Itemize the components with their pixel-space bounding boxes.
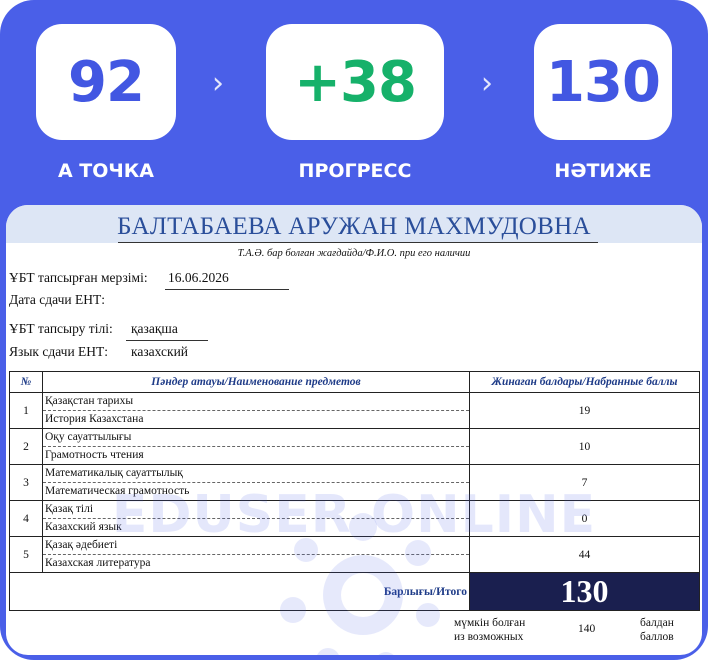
result-value: 130 xyxy=(546,49,661,115)
exam-date-label-ru: Дата сдачи ЕНТ: xyxy=(9,292,105,307)
subject-kz: Оқу сауаттылығы xyxy=(43,429,469,447)
exam-date-value: 16.06.2026 xyxy=(168,270,229,285)
total-value: 130 xyxy=(469,572,700,611)
unit-kz: балдан xyxy=(640,617,674,629)
subject-ru: Грамотность чтения xyxy=(45,449,144,461)
certificate-document: БАЛТАБАЕВА АРУЖАН МАХМУДОВНА Т.А.Ә. бар … xyxy=(6,205,702,655)
name-underline xyxy=(118,242,598,243)
date-underline xyxy=(165,289,289,290)
chevron-right-icon: › xyxy=(481,66,493,101)
max-value: 140 xyxy=(578,623,596,635)
subject-ru: История Казахстана xyxy=(45,413,144,425)
progress-card: +38 xyxy=(266,24,444,140)
progress-value: +38 xyxy=(294,49,417,115)
exam-lang-value-ru: казахский xyxy=(131,344,189,359)
row-score: 19 xyxy=(469,392,700,429)
watermark-text: EDUSER ONLINE xyxy=(111,485,597,545)
subject-kz: Математикалық сауаттылық xyxy=(43,465,469,483)
max-label-ru: из возможных xyxy=(454,631,524,643)
header-subject: Пәндер атауы/Наименование предметов xyxy=(42,371,470,393)
header-num: № xyxy=(9,371,43,393)
subject-kz: Қазақстан тарихы xyxy=(43,393,469,411)
result-label: НӘТИЖЕ xyxy=(554,160,652,182)
unit-ru: баллов xyxy=(640,631,674,643)
chevron-right-icon: › xyxy=(212,66,224,101)
certificate-frame: 92 › +38 › 130 А ТОЧКА ПРОГРЕСС НӘТИЖЕ Б… xyxy=(0,0,708,660)
a-point-label: А ТОЧКА xyxy=(57,160,155,182)
row-subject: Қазақстан тарихы История Казахстана xyxy=(42,392,470,429)
result-card: 130 xyxy=(534,24,672,140)
exam-lang-value-kz: қазақша xyxy=(131,321,178,336)
row-num: 2 xyxy=(9,428,43,465)
a-point-card: 92 xyxy=(36,24,176,140)
row-num: 1 xyxy=(9,392,43,429)
exam-lang-label-ru: Язык сдачи ЕНТ: xyxy=(9,344,109,359)
row-score: 10 xyxy=(469,428,700,465)
table-row: 2 Оқу сауаттылығы Грамотность чтения 10 xyxy=(9,428,700,465)
a-point-value: 92 xyxy=(68,49,145,115)
table-row: 1 Қазақстан тарихы История Казахстана 19 xyxy=(9,392,700,429)
fio-caption: Т.А.Ә. бар болған жағдайда/Ф.И.О. при ег… xyxy=(237,248,471,259)
lang-underline xyxy=(126,340,208,341)
exam-date-label-kz: ҰБТ тапсырған мерзімі: xyxy=(9,270,148,285)
table-header-row: № Пәндер атауы/Наименование предметов Жи… xyxy=(9,371,700,393)
student-name: БАЛТАБАЕВА АРУЖАН МАХМУДОВНА xyxy=(117,213,591,240)
progress-label: ПРОГРЕСС xyxy=(298,160,412,182)
exam-lang-label-kz: ҰБТ тапсыру тілі: xyxy=(9,321,113,336)
header-score: Жинаған балдары/Набранные баллы xyxy=(469,371,700,393)
row-subject: Оқу сауаттылығы Грамотность чтения xyxy=(42,428,470,465)
max-label-kz: мүмкін болған xyxy=(454,617,526,629)
